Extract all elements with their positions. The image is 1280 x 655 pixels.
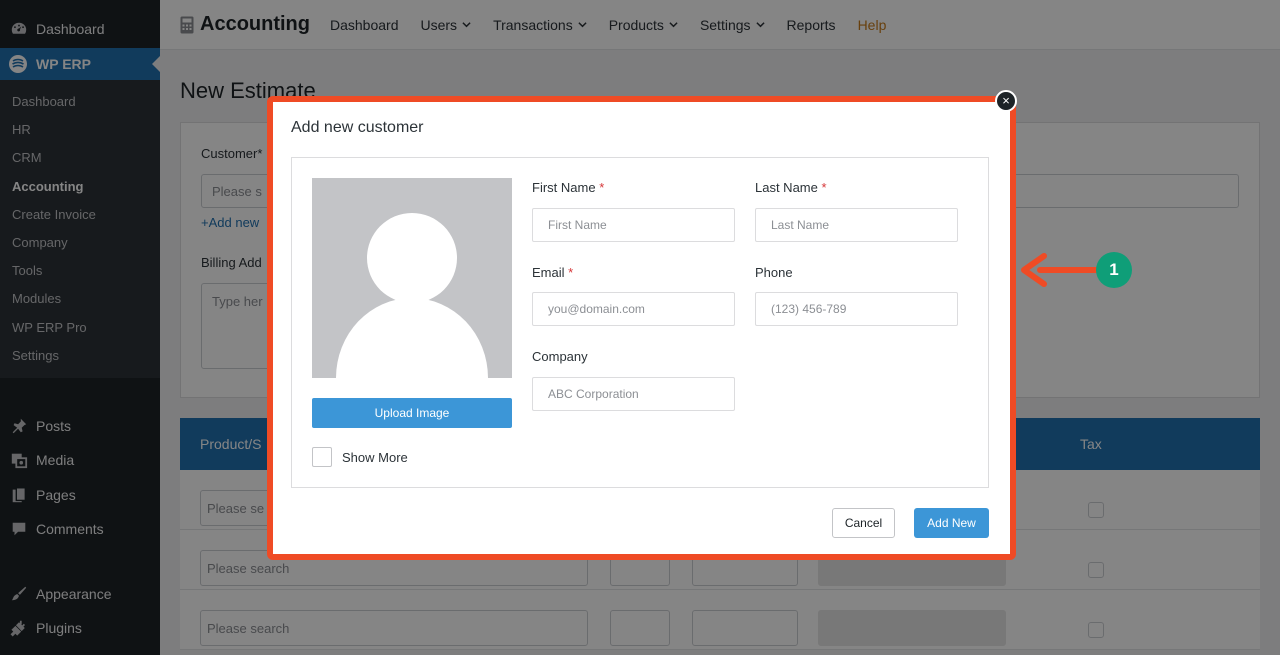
show-more-label: Show More [342, 450, 408, 465]
avatar-placeholder [312, 178, 512, 378]
email-input[interactable]: you@domain.com [532, 292, 735, 326]
step-badge: 1 [1096, 252, 1132, 288]
required-marker: * [568, 265, 574, 280]
add-customer-modal: Add new customer Upload Image Show More … [273, 102, 1010, 554]
first-name-label: First Name * [532, 180, 605, 195]
customer-form: Upload Image Show More First Name * Firs… [291, 157, 989, 488]
cancel-button[interactable]: Cancel [832, 508, 895, 538]
show-more-checkbox[interactable] [312, 447, 332, 467]
company-input[interactable]: ABC Corporation [532, 377, 735, 411]
email-label: Email * [532, 265, 574, 280]
company-label: Company [532, 349, 588, 364]
required-marker: * [821, 180, 827, 195]
annotation-arrow-icon [1021, 253, 1100, 287]
last-name-label: Last Name * [755, 180, 827, 195]
phone-label: Phone [755, 265, 793, 280]
modal-title: Add new customer [291, 119, 424, 136]
required-marker: * [599, 180, 605, 195]
upload-image-button[interactable]: Upload Image [312, 398, 512, 428]
last-name-input[interactable]: Last Name [755, 208, 958, 242]
phone-input[interactable]: (123) 456-789 [755, 292, 958, 326]
first-name-input[interactable]: First Name [532, 208, 735, 242]
add-new-button[interactable]: Add New [914, 508, 989, 538]
user-silhouette-icon [336, 213, 488, 378]
close-icon[interactable]: × [995, 90, 1017, 112]
